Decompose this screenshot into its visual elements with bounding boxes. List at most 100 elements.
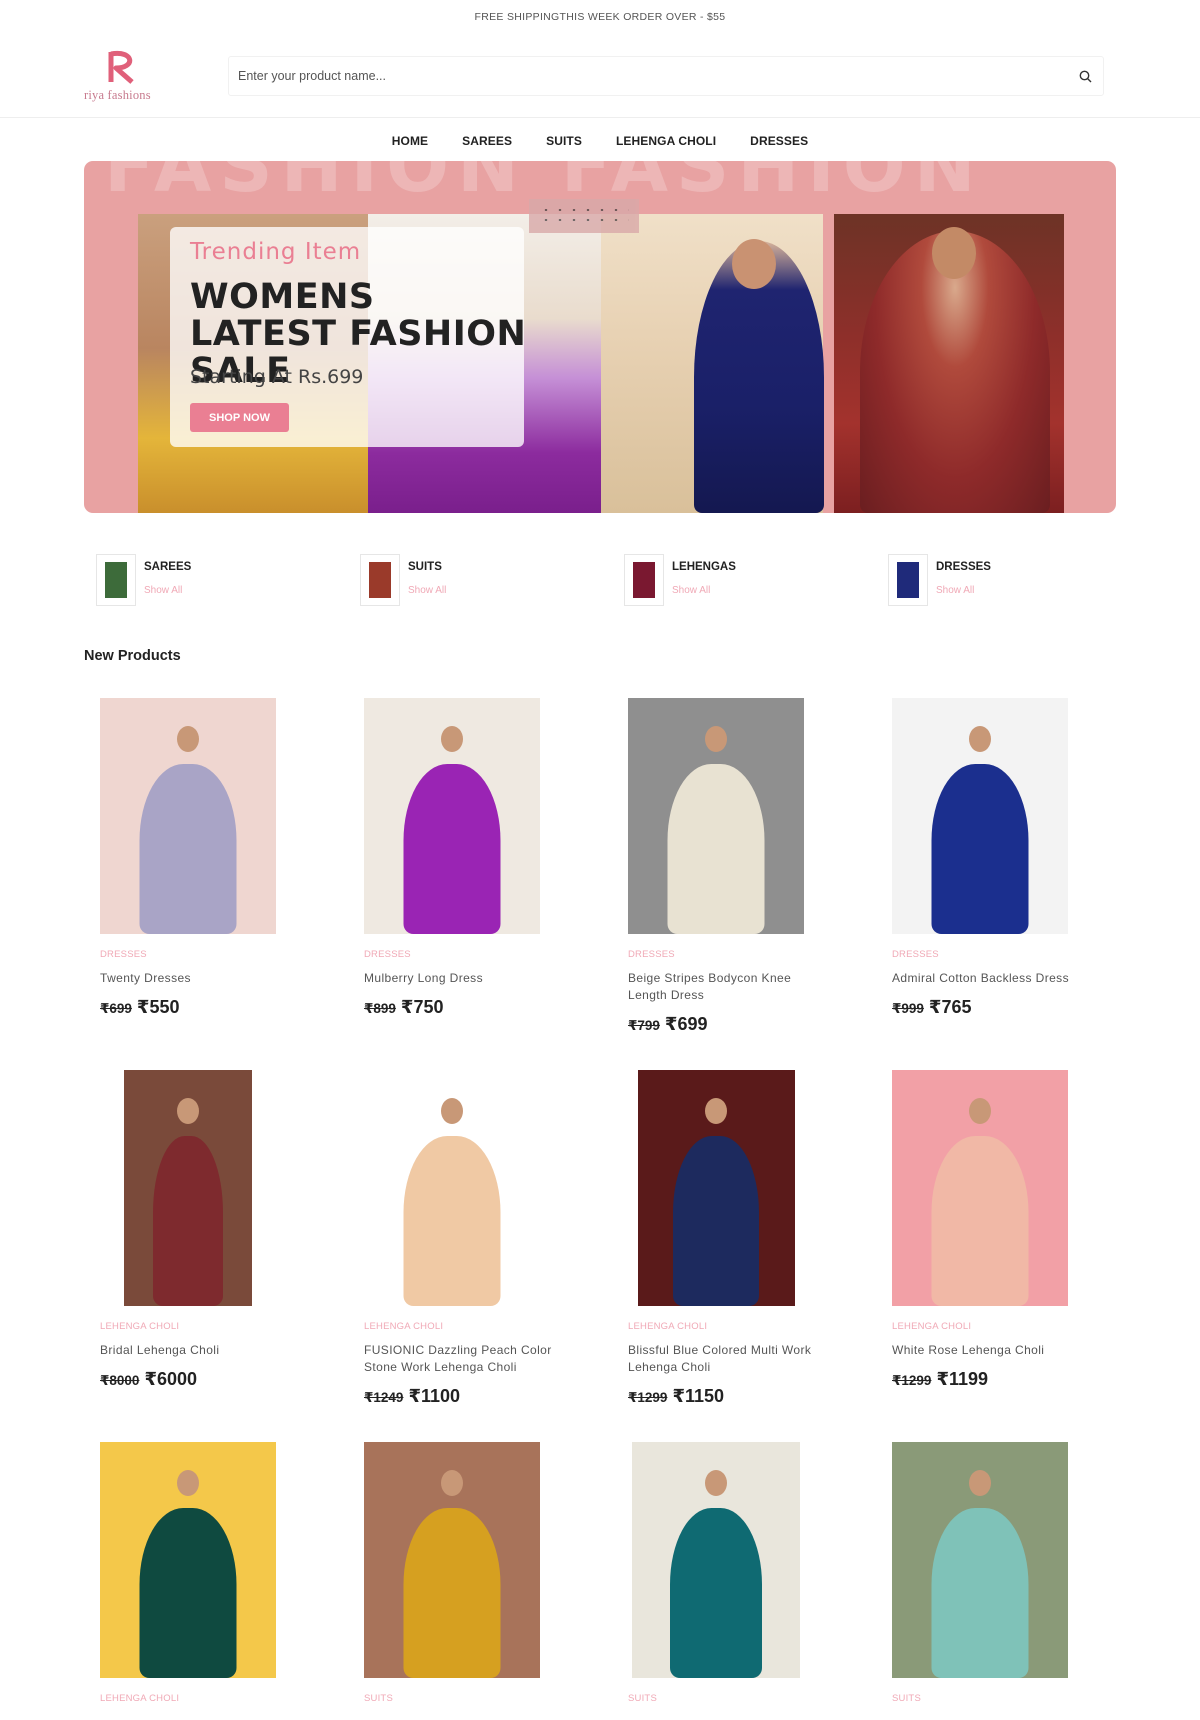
product-price: ₹899 ₹750	[364, 997, 443, 1018]
category-show-all-link[interactable]: Show All	[144, 585, 182, 596]
product-card[interactable]: SUITS	[612, 1428, 870, 1720]
product-image[interactable]	[124, 1070, 252, 1306]
product-original-price: ₹899	[364, 1001, 396, 1016]
nav-sarees[interactable]: SAREES	[462, 134, 512, 148]
product-name[interactable]: Bridal Lehenga Choli	[100, 1342, 290, 1359]
product-name[interactable]: Mulberry Long Dress	[364, 970, 554, 987]
brand-logo[interactable]: riya fashions	[84, 48, 174, 104]
search-input[interactable]	[229, 69, 1067, 83]
product-card[interactable]: SUITS	[348, 1428, 606, 1720]
nav-lehenga-choli[interactable]: LEHENGA CHOLI	[616, 134, 716, 148]
product-name[interactable]: White Rose Lehenga Choli	[892, 1342, 1082, 1359]
category-name: LEHENGAS	[672, 561, 736, 573]
category-thumbnail	[360, 554, 400, 606]
product-model-outfit	[670, 1508, 762, 1678]
product-model-outfit	[931, 1136, 1029, 1306]
product-category: SUITS	[364, 1693, 393, 1704]
search-button[interactable]	[1067, 58, 1103, 94]
product-image[interactable]	[100, 1442, 276, 1678]
shop-now-button[interactable]: SHOP NOW	[190, 403, 289, 432]
category-suits[interactable]: SUITS Show All	[348, 540, 588, 610]
product-image[interactable]	[628, 698, 804, 934]
category-show-all-link[interactable]: Show All	[672, 585, 710, 596]
product-image[interactable]	[892, 1442, 1068, 1678]
product-model-head	[177, 1470, 199, 1496]
product-original-price: ₹8000	[100, 1373, 140, 1388]
main-nav: HOME SAREES SUITS LEHENGA CHOLI DRESSES	[0, 118, 1200, 164]
product-card[interactable]: LEHENGA CHOLI	[84, 1428, 342, 1720]
product-card[interactable]: LEHENGA CHOLI White Rose Lehenga Choli ₹12…	[876, 1056, 1134, 1416]
product-category: LEHENGA CHOLI	[628, 1321, 708, 1332]
nav-home[interactable]: HOME	[392, 134, 428, 148]
product-model-outfit	[403, 1136, 501, 1306]
product-model-outfit	[667, 764, 765, 934]
product-card[interactable]: SUITS	[876, 1428, 1134, 1720]
category-lehengas[interactable]: LEHENGAS Show All	[612, 540, 852, 610]
product-model-head	[177, 1098, 199, 1124]
product-image[interactable]	[100, 698, 276, 934]
logo-r-icon	[108, 50, 134, 84]
product-card[interactable]: DRESSES Admiral Cotton Backless Dress ₹999…	[876, 684, 1134, 1044]
product-name[interactable]: FUSIONIC Dazzling Peach Color Stone Work…	[364, 1342, 554, 1376]
hero-model-head	[732, 239, 776, 289]
category-name: SUITS	[408, 561, 442, 573]
product-category: LEHENGA CHOLI	[364, 1321, 444, 1332]
product-image[interactable]	[364, 698, 540, 934]
product-price: ₹8000 ₹6000	[100, 1369, 197, 1390]
category-image	[897, 562, 919, 598]
category-thumbnail	[96, 554, 136, 606]
category-sarees[interactable]: SAREES Show All	[84, 540, 324, 610]
product-price: ₹999 ₹765	[892, 997, 971, 1018]
logo-text: riya fashions	[84, 88, 151, 102]
nav-dresses[interactable]: DRESSES	[750, 134, 808, 148]
product-card[interactable]: DRESSES Mulberry Long Dress ₹899 ₹750	[348, 684, 606, 1044]
product-image[interactable]	[637, 1070, 795, 1306]
product-image[interactable]	[892, 698, 1068, 934]
product-category: LEHENGA CHOLI	[100, 1321, 180, 1332]
product-name[interactable]: Blissful Blue Colored Multi Work Lehenga…	[628, 1342, 818, 1376]
product-image[interactable]	[632, 1442, 800, 1678]
product-model-outfit	[403, 1508, 501, 1678]
product-name[interactable]: Admiral Cotton Backless Dress	[892, 970, 1082, 987]
category-image	[105, 562, 127, 598]
product-category: SUITS	[628, 1693, 657, 1704]
product-model-head	[705, 1470, 727, 1496]
product-category: DRESSES	[100, 949, 147, 960]
product-model-outfit	[153, 1136, 223, 1306]
product-image[interactable]	[364, 1442, 540, 1678]
category-image	[633, 562, 655, 598]
product-image[interactable]	[364, 1070, 540, 1306]
product-original-price: ₹999	[892, 1001, 924, 1016]
product-card[interactable]: LEHENGA CHOLI Bridal Lehenga Choli ₹8000 ₹6…	[84, 1056, 342, 1416]
hero-banner: FASHION FASHION Trending Item WOMENS LAT…	[84, 161, 1116, 513]
category-dresses[interactable]: DRESSES Show All	[876, 540, 1116, 610]
product-model-head	[177, 726, 199, 752]
product-original-price: ₹1249	[364, 1390, 404, 1405]
category-image	[369, 562, 391, 598]
product-model-head	[441, 1470, 463, 1496]
hero-kicker: Trending Item	[190, 239, 362, 265]
product-price: ₹1299 ₹1150	[628, 1386, 724, 1407]
product-model-head	[969, 726, 991, 752]
search-icon	[1079, 70, 1091, 82]
category-thumbnail	[624, 554, 664, 606]
product-name[interactable]: Twenty Dresses	[100, 970, 290, 987]
product-image[interactable]	[892, 1070, 1068, 1306]
nav-suits[interactable]: SUITS	[546, 134, 582, 148]
product-original-price: ₹1299	[892, 1373, 932, 1388]
product-sale-price: ₹6000	[144, 1369, 198, 1389]
category-show-all-link[interactable]: Show All	[408, 585, 446, 596]
product-original-price: ₹699	[100, 1001, 132, 1016]
product-card[interactable]: LEHENGA CHOLI Blissful Blue Colored Multi…	[612, 1056, 870, 1416]
product-card[interactable]: DRESSES Beige Stripes Bodycon Knee Length…	[612, 684, 870, 1044]
product-card[interactable]: LEHENGA CHOLI FUSIONIC Dazzling Peach Col…	[348, 1056, 606, 1416]
product-card[interactable]: DRESSES Twenty Dresses ₹699 ₹550	[84, 684, 342, 1044]
product-model-head	[441, 726, 463, 752]
section-title: New Products	[84, 648, 181, 664]
product-category: DRESSES	[364, 949, 411, 960]
category-show-all-link[interactable]: Show All	[936, 585, 974, 596]
product-category: DRESSES	[628, 949, 675, 960]
product-model-head	[705, 726, 727, 752]
product-name[interactable]: Beige Stripes Bodycon Knee Length Dress	[628, 970, 818, 1004]
hero-subtitle: Starting At Rs.699	[190, 366, 364, 388]
